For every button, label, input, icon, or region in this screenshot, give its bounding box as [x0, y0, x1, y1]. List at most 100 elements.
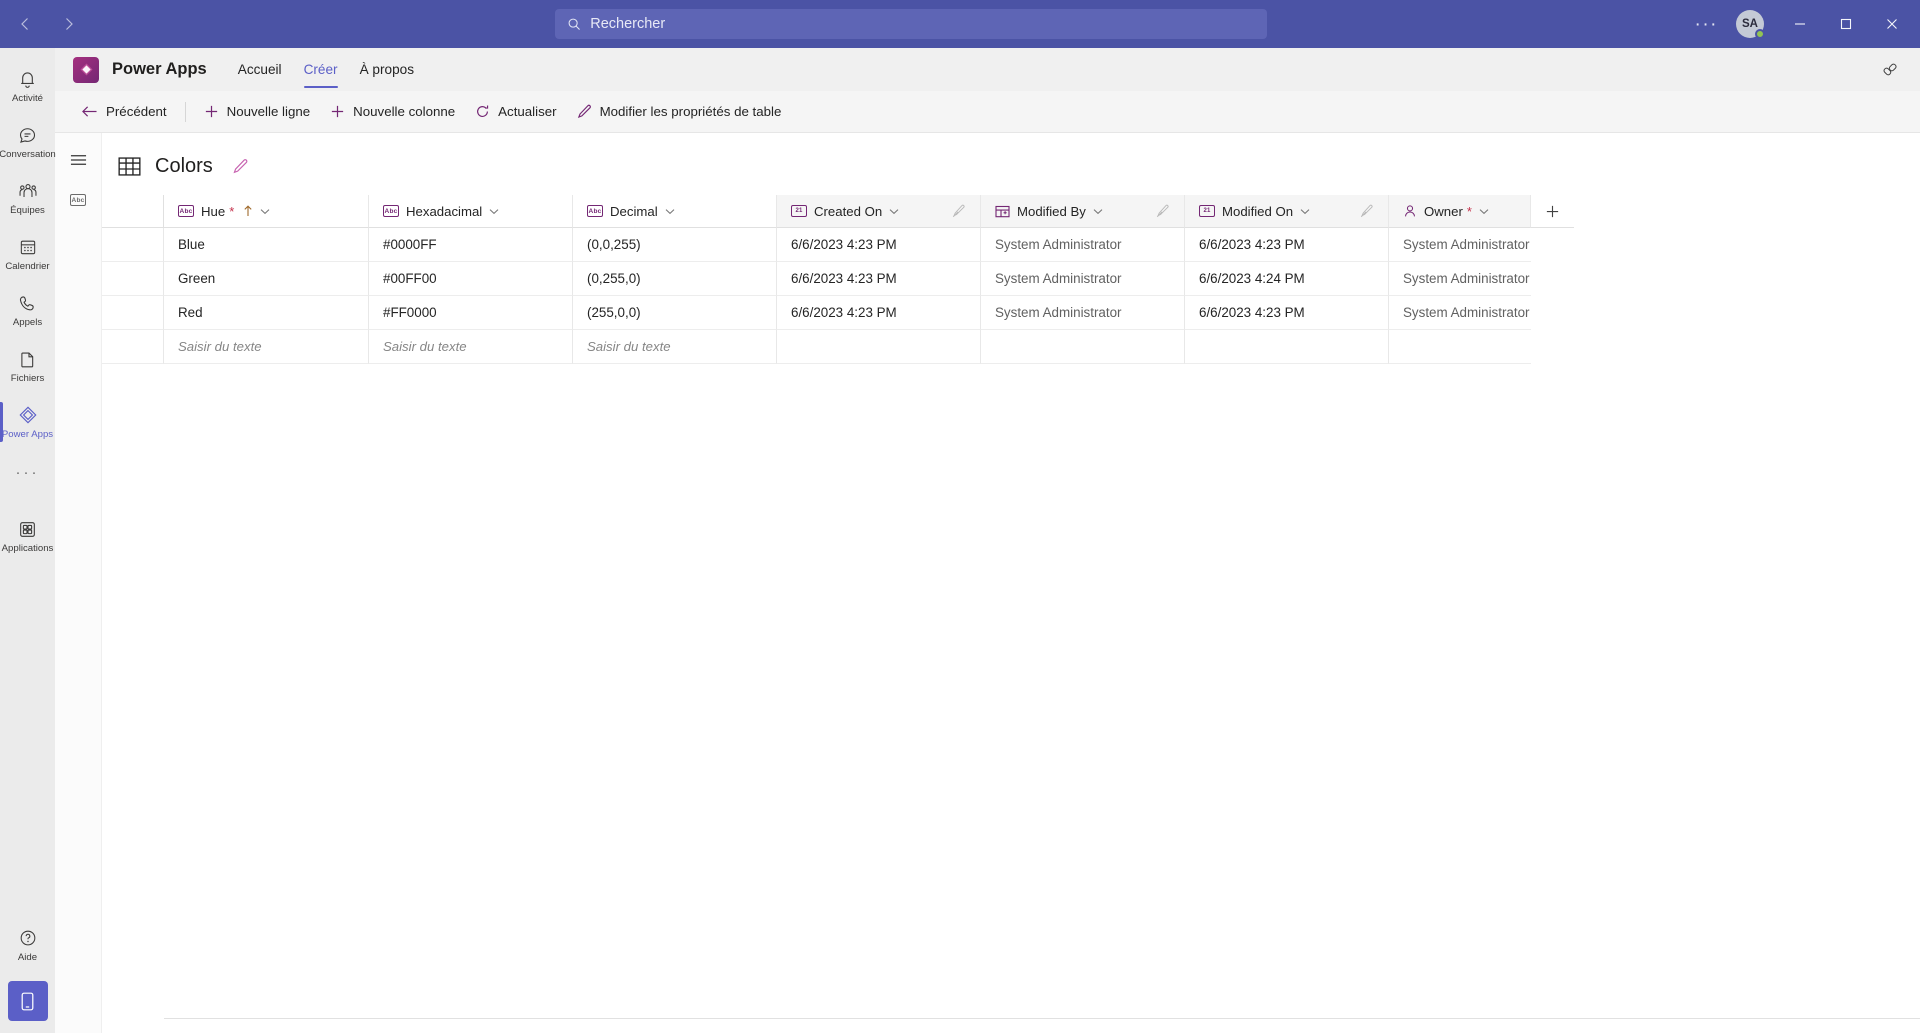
edit-table-name-button[interactable]: [232, 158, 249, 175]
person-type-icon: [1403, 204, 1417, 218]
tab-accueil[interactable]: Accueil: [227, 48, 293, 91]
cell-owner[interactable]: System Administrator: [1389, 262, 1531, 296]
row-selector[interactable]: [102, 296, 164, 330]
cell-created-on[interactable]: 6/6/2023 4:23 PM: [777, 228, 981, 262]
rail-item-teams[interactable]: Équipes: [0, 170, 55, 226]
rail-item-files[interactable]: Fichiers: [0, 338, 55, 394]
cell-hue[interactable]: Green: [164, 262, 369, 296]
data-grid: Abc Hue * Abc Hexadacimal Abc Decimal 21…: [102, 195, 1920, 364]
column-header-decimal-label: Decimal: [610, 203, 658, 219]
tab-creer[interactable]: Créer: [293, 48, 349, 91]
new-row[interactable]: Saisir du texte Saisir du texte Saisir d…: [102, 330, 1920, 364]
edit-table-properties-label: Modifier les propriétés de table: [599, 104, 782, 119]
chevron-down-icon[interactable]: [1093, 208, 1103, 215]
pin-icon[interactable]: [1876, 56, 1904, 84]
rail-item-help[interactable]: Aide: [0, 917, 55, 973]
new-row-hue-input[interactable]: Saisir du texte: [164, 330, 369, 364]
rail-item-calls[interactable]: Appels: [0, 282, 55, 338]
rail-item-label: Calendrier: [5, 261, 50, 272]
add-column-button[interactable]: [1531, 195, 1574, 228]
cell-owner[interactable]: System Administrator: [1389, 228, 1531, 262]
rail-item-power-apps[interactable]: Power Apps: [0, 394, 55, 450]
cell-decimal[interactable]: (0,255,0): [573, 262, 777, 296]
chat-icon: [17, 124, 38, 146]
chevron-down-icon[interactable]: [489, 208, 499, 215]
chevron-down-icon[interactable]: [889, 208, 899, 215]
cell-modified-on[interactable]: 6/6/2023 4:23 PM: [1185, 228, 1389, 262]
search-icon: [568, 18, 581, 30]
edit-table-properties-button[interactable]: Modifier les propriétés de table: [567, 97, 792, 127]
titlebar-more-button[interactable]: ···: [1683, 15, 1730, 34]
search-container: Rechercher: [140, 9, 1683, 39]
window-maximize-button[interactable]: [1824, 8, 1868, 40]
chevron-down-icon[interactable]: [260, 208, 270, 215]
refresh-button[interactable]: Actualiser: [465, 97, 566, 127]
cell-hexadacimal[interactable]: #FF0000: [369, 296, 573, 330]
new-row-button[interactable]: Nouvelle ligne: [194, 97, 321, 127]
app-rail: Activité Conversation Équipes Calendrier: [0, 48, 56, 1033]
cell-owner[interactable]: System Administrator: [1389, 296, 1531, 330]
chevron-left-icon[interactable]: [16, 15, 34, 33]
back-button[interactable]: Précédent: [71, 97, 177, 127]
app-tabs: Accueil Créer À propos: [227, 48, 425, 91]
new-row-decimal-input[interactable]: Saisir du texte: [573, 330, 777, 364]
cell-decimal[interactable]: (255,0,0): [573, 296, 777, 330]
mobile-phone-icon[interactable]: [7, 981, 48, 1021]
window-minimize-button[interactable]: [1778, 8, 1822, 40]
phone-icon: [17, 292, 38, 314]
table-row[interactable]: Blue #0000FF (0,0,255) 6/6/2023 4:23 PM …: [102, 228, 1920, 262]
cell-decimal[interactable]: (0,0,255): [573, 228, 777, 262]
arrow-left-icon: [81, 104, 98, 119]
search-input[interactable]: Rechercher: [555, 9, 1268, 39]
row-selector[interactable]: [102, 228, 164, 262]
cell-created-on[interactable]: 6/6/2023 4:23 PM: [777, 296, 981, 330]
text-type-icon: Abc: [383, 205, 399, 217]
chevron-down-icon[interactable]: [665, 208, 675, 215]
required-marker: *: [229, 203, 235, 219]
new-row-hexadacimal-input[interactable]: Saisir du texte: [369, 330, 573, 364]
cell-hexadacimal[interactable]: #0000FF: [369, 228, 573, 262]
row-selector-header: [102, 195, 164, 228]
tab-a-propos[interactable]: À propos: [349, 48, 425, 91]
rail-item-calendar[interactable]: Calendrier: [0, 226, 55, 282]
new-column-button[interactable]: Nouvelle colonne: [320, 97, 465, 127]
row-selector[interactable]: [102, 330, 164, 364]
table-row[interactable]: Green #00FF00 (0,255,0) 6/6/2023 4:23 PM…: [102, 262, 1920, 296]
column-header-hue[interactable]: Abc Hue *: [164, 195, 369, 228]
rail-item-chat[interactable]: Conversation: [0, 114, 56, 170]
chevron-down-icon[interactable]: [1300, 208, 1310, 215]
app-header-right: [1876, 56, 1904, 84]
cell-modified-on[interactable]: 6/6/2023 4:23 PM: [1185, 296, 1389, 330]
column-header-decimal[interactable]: Abc Decimal: [573, 195, 777, 228]
cell-hexadacimal[interactable]: #00FF00: [369, 262, 573, 296]
cell-modified-by[interactable]: System Administrator: [981, 262, 1185, 296]
cell-created-on[interactable]: 6/6/2023 4:23 PM: [777, 262, 981, 296]
rail-more-button[interactable]: ···: [0, 450, 55, 494]
arrow-up-icon: [243, 205, 253, 217]
rail-item-label: Fichiers: [10, 373, 45, 384]
table-row[interactable]: Red #FF0000 (255,0,0) 6/6/2023 4:23 PM S…: [102, 296, 1920, 330]
calendar-icon: [18, 236, 38, 258]
column-header-modified-by[interactable]: Modified By: [981, 195, 1185, 228]
hamburger-menu-icon[interactable]: [64, 147, 92, 173]
column-header-modified-on-label: Modified On: [1222, 203, 1294, 219]
chevron-right-icon[interactable]: [60, 15, 78, 33]
rail-item-activity[interactable]: Activité: [0, 58, 55, 114]
column-header-owner[interactable]: Owner *: [1389, 195, 1531, 228]
refresh-label: Actualiser: [498, 104, 557, 119]
power-apps-logo: [73, 56, 99, 83]
window-close-button[interactable]: [1870, 8, 1914, 40]
cell-hue[interactable]: Blue: [164, 228, 369, 262]
column-header-modified-on[interactable]: 21 Modified On: [1185, 195, 1389, 228]
abc-columns-icon[interactable]: Abc: [64, 187, 92, 213]
column-header-created-on[interactable]: 21 Created On: [777, 195, 981, 228]
column-header-hexadacimal[interactable]: Abc Hexadacimal: [369, 195, 573, 228]
row-selector[interactable]: [102, 262, 164, 296]
cell-modified-on[interactable]: 6/6/2023 4:24 PM: [1185, 262, 1389, 296]
cell-hue[interactable]: Red: [164, 296, 369, 330]
cell-modified-by[interactable]: System Administrator: [981, 228, 1185, 262]
cell-modified-by[interactable]: System Administrator: [981, 296, 1185, 330]
chevron-down-icon[interactable]: [1479, 208, 1489, 215]
avatar[interactable]: SA: [1736, 10, 1765, 39]
rail-item-applications[interactable]: Applications: [0, 508, 55, 564]
